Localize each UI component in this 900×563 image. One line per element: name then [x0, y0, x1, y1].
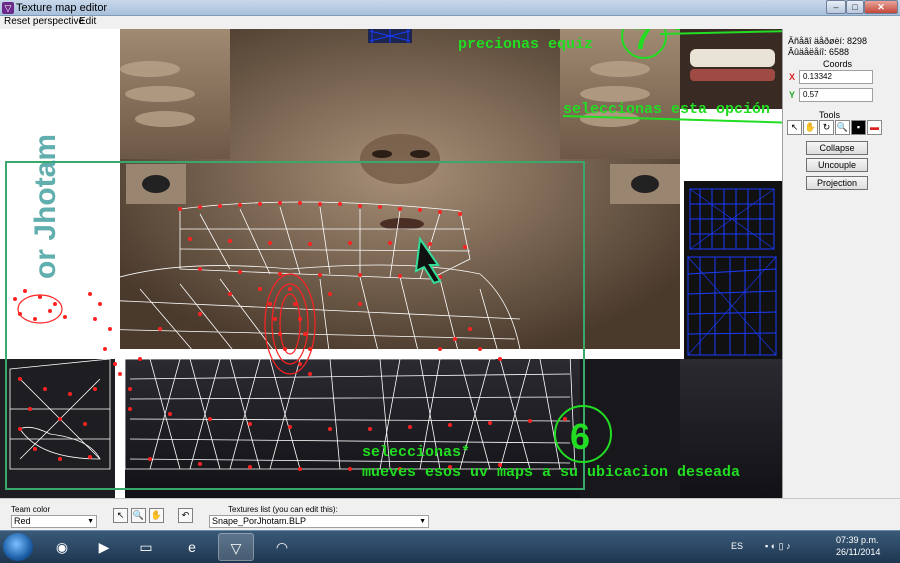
step6-number: 6	[570, 416, 590, 457]
taskbar: ◉ ▶ ▭ e ▽ ◠ ES ▪ ◐ ▯ ♪ 07:39 p.m. 26/11/…	[0, 530, 900, 563]
x-axis-label: X	[789, 72, 796, 82]
textures-list-select[interactable]: Snape_PorJhotam.BLP ▼	[209, 515, 429, 528]
team-color-select[interactable]: Red ▼	[11, 515, 97, 528]
undo-button[interactable]: ↶	[178, 508, 193, 523]
menu-bar: Reset perspective Edit	[0, 16, 900, 29]
step7-text: precionas equiz	[458, 36, 593, 53]
bottom-panel: Team color Red ▼ ↖ 🔍 ✋ ↶ Textures list (…	[0, 498, 900, 530]
menu-edit[interactable]: Edit	[79, 16, 96, 27]
close-button[interactable]: ✕	[864, 0, 898, 14]
window-title: Texture map editor	[16, 2, 108, 14]
file-explorer-icon[interactable]: ▭	[128, 533, 164, 561]
right-panel: Äñåãî äåðøèí: 8298 Âûäåëåíî: 6588 Coords…	[782, 29, 900, 498]
step6-text-line1: seleccionas*	[362, 444, 470, 461]
chevron-down-icon: ▼	[87, 518, 94, 525]
pan-mode-button[interactable]: ✋	[149, 508, 164, 523]
step7-number: 7	[633, 29, 652, 57]
tray-icons[interactable]: ▪ ◐ ▯ ♪	[765, 541, 791, 552]
maximize-button[interactable]: □	[846, 0, 864, 14]
tools-row: ↖ ✋ ↻ 🔍 ▪ ▬	[787, 120, 897, 138]
coords-label: Coords	[823, 59, 853, 69]
y-coord-input[interactable]: 0.57	[799, 88, 873, 102]
step6-text-line2: mueves esos uv maps a su ubicacion desea…	[362, 464, 740, 481]
selected-vertices-label: Âûäåëåíî: 6588	[788, 47, 850, 57]
uncouple-button[interactable]: Uncouple	[806, 158, 868, 172]
watermark-text: or Jhotam	[29, 134, 62, 279]
start-button[interactable]	[3, 533, 33, 561]
team-color-value: Red	[14, 516, 31, 526]
texture-editor-taskbar-icon[interactable]: ▽	[218, 533, 254, 561]
x-coord-input[interactable]: 0.13342	[799, 70, 873, 84]
hand-tool-icon[interactable]: ✋	[803, 120, 818, 135]
select-tool-icon[interactable]: ↖	[787, 120, 802, 135]
app-icon: ▽	[2, 2, 14, 14]
scale-tool-icon[interactable]: ▪	[851, 120, 866, 135]
tools-label: Tools	[819, 110, 841, 120]
minimize-button[interactable]: –	[826, 0, 846, 14]
zoom-mode-button[interactable]: 🔍	[131, 508, 146, 523]
clock-date[interactable]: 26/11/2014	[836, 547, 880, 557]
menu-reset-perspective[interactable]: Reset perspective	[4, 16, 84, 27]
y-axis-label: Y	[789, 90, 796, 100]
select-mode-button[interactable]: ↖	[113, 508, 128, 523]
collapse-button[interactable]: Collapse	[806, 141, 868, 155]
zoom-tool-icon[interactable]: 🔍	[835, 120, 850, 135]
language-indicator[interactable]: ES	[731, 541, 743, 551]
flip-tool-icon[interactable]: ▬	[867, 120, 882, 135]
chrome-icon[interactable]: ◉	[44, 533, 80, 561]
app-taskbar-icon[interactable]: ◠	[264, 533, 300, 561]
total-vertices-label: Äñåãî äåðøèí: 8298	[788, 36, 868, 46]
team-color-label: Team color	[11, 505, 51, 514]
texture-map-editor-window: ▽ Texture map editor – □ ✕ Reset perspec…	[0, 0, 900, 563]
texture-canvas[interactable]: or Jhotam 7 precionas equiz 5 selecciona…	[0, 29, 782, 498]
step5-text: seleccionas esta opción	[563, 101, 770, 118]
title-bar[interactable]: ▽ Texture map editor – □ ✕	[0, 0, 900, 16]
internet-explorer-icon[interactable]: e	[174, 533, 210, 561]
texture-view: or Jhotam 7 precionas equiz 5 selecciona…	[0, 29, 782, 498]
clock-time[interactable]: 07:39 p.m.	[836, 535, 879, 545]
media-player-icon[interactable]: ▶	[86, 533, 122, 561]
textures-list-value: Snape_PorJhotam.BLP	[212, 516, 307, 526]
rotate-tool-icon[interactable]: ↻	[819, 120, 834, 135]
projection-button[interactable]: Projection	[806, 176, 868, 190]
chevron-down-icon: ▼	[419, 518, 426, 525]
textures-list-label: Textures list (you can edit this):	[228, 505, 338, 514]
